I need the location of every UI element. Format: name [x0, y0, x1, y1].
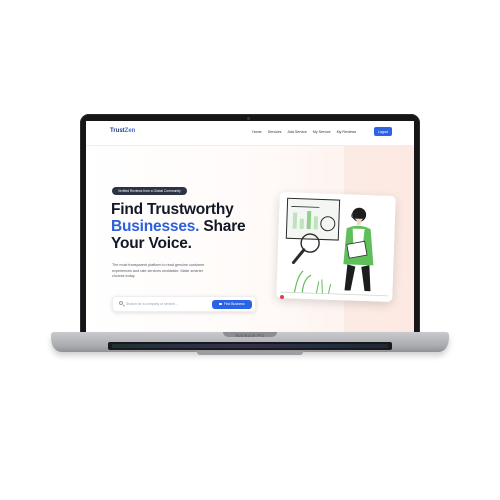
laptop-lid: TrustZen Home Services Add Service My Se…: [80, 114, 420, 339]
logout-button[interactable]: Logout: [374, 127, 392, 136]
hero-headline: Find Trustworthy Businesses. Share Your …: [111, 201, 261, 252]
touch-bar: [112, 344, 388, 348]
search-icon: [119, 301, 123, 305]
location-pin-icon: [219, 302, 222, 306]
logo-text-primary: Trust: [110, 128, 125, 134]
hero-badge: Verified Reviews from a Global Community: [112, 187, 187, 195]
search-input[interactable]: [126, 300, 196, 308]
nav-link-home[interactable]: Home: [252, 130, 262, 134]
model-label: MacBook Pro: [235, 333, 265, 338]
top-navbar: TrustZen Home Services Add Service My Se…: [86, 121, 414, 146]
headline-line-2-rest: Share: [199, 218, 246, 235]
headline-line-3: Your Voice.: [111, 235, 192, 252]
find-business-button[interactable]: Find Business: [212, 299, 252, 309]
site-logo[interactable]: TrustZen: [110, 128, 135, 134]
headline-highlight: Businesses.: [111, 218, 200, 235]
hero-illustration-card: [276, 192, 396, 302]
logo-text-accent: Zen: [124, 128, 136, 134]
hero-subtext: The most transparent platform to read ge…: [112, 263, 205, 279]
reviewer-illustration: [276, 192, 396, 302]
find-business-label: Find Business: [223, 302, 245, 306]
headline-line-1: Find Trustworthy: [111, 201, 234, 218]
trackpad-edge: [197, 351, 303, 355]
search-bar: Find Business: [112, 296, 256, 312]
camera-dot: [247, 117, 250, 120]
nav-link-my-service[interactable]: My Service: [313, 130, 331, 134]
record-dot: [280, 295, 284, 299]
nav-link-my-reviews[interactable]: My Reviews: [337, 130, 356, 134]
nav-link-add-service[interactable]: Add Service: [287, 130, 306, 134]
nav-links: Home Services Add Service My Service My …: [252, 130, 356, 134]
nav-link-services[interactable]: Services: [268, 130, 282, 134]
keyboard-strip: [108, 342, 392, 350]
laptop-screen: TrustZen Home Services Add Service My Se…: [86, 121, 414, 333]
